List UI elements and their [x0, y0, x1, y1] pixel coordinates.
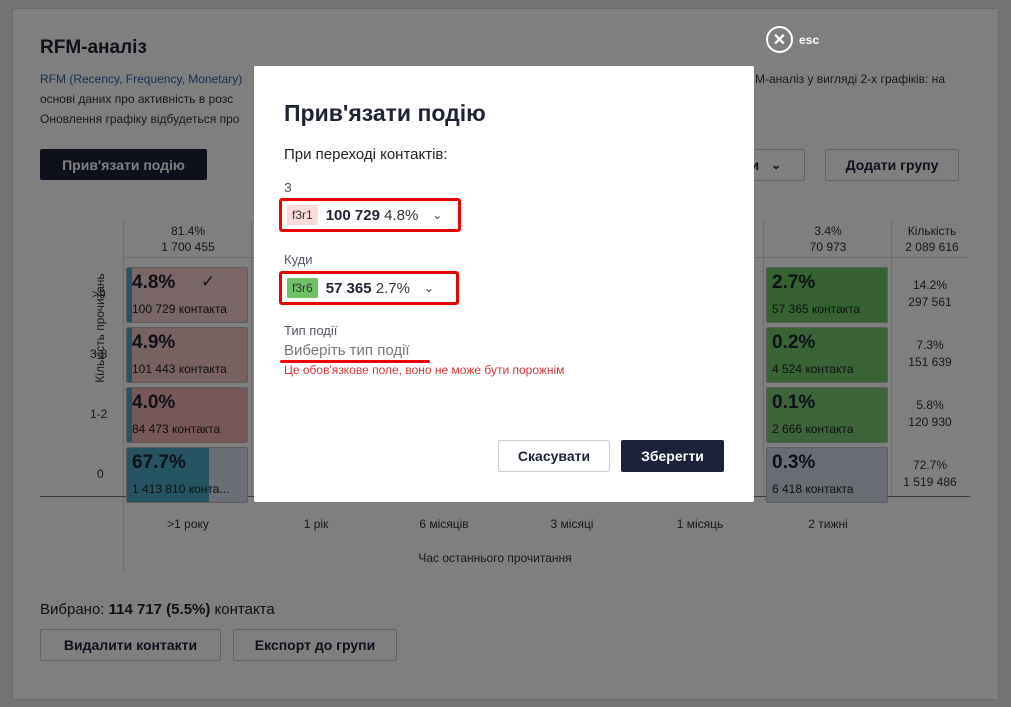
to-percent: 2.7% [375, 279, 410, 297]
close-icon[interactable]: ✕ [766, 26, 793, 53]
error-message: Це обов'язкове поле, воно не може бути п… [284, 363, 565, 377]
cancel-button[interactable]: Скасувати [498, 440, 610, 472]
save-button[interactable]: Зберегти [621, 440, 724, 472]
from-percent: 4.8% [384, 206, 419, 224]
esc-label: esc [799, 32, 820, 47]
chevron-down-icon: ⌄ [423, 281, 435, 295]
to-label: Куди [284, 252, 313, 267]
from-label: З [284, 180, 292, 195]
to-count: 57 365 [325, 279, 372, 297]
modal-title: Прив'язати подію [284, 100, 486, 126]
from-select[interactable]: f3r1 100 729 4.8% ⌄ [279, 198, 461, 232]
from-count: 100 729 [325, 206, 380, 224]
chevron-down-icon: ⌄ [432, 208, 443, 222]
from-tag: f3r1 [287, 205, 318, 225]
to-select[interactable]: f3r6 57 365 2.7% ⌄ [279, 271, 459, 305]
event-type-select[interactable]: Виберіть тип події [284, 342, 410, 359]
bind-event-modal: Прив'язати подію При переході контактів:… [254, 66, 754, 502]
event-type-label: Тип події [284, 323, 338, 338]
modal-subtitle: При переході контактів: [284, 146, 448, 163]
to-tag: f3r6 [287, 278, 318, 298]
esc-close[interactable]: ✕ esc [766, 26, 819, 53]
